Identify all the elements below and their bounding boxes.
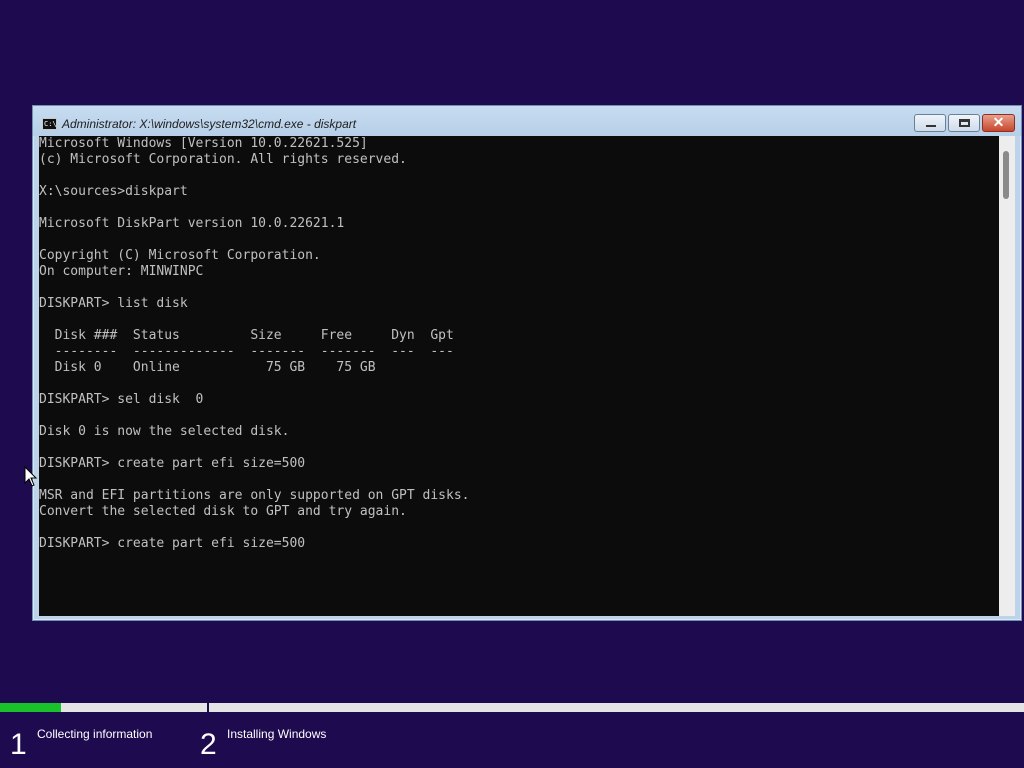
minimize-button[interactable] xyxy=(914,114,946,132)
scrollbar-thumb[interactable] xyxy=(1003,151,1009,199)
window-title: Administrator: X:\windows\system32\cmd.e… xyxy=(62,117,357,131)
progress-step-divider xyxy=(207,703,209,713)
step-label: Installing Windows xyxy=(227,727,327,741)
cmd-icon: C:\ xyxy=(42,118,57,130)
setup-progress-fill xyxy=(0,703,62,712)
vertical-scrollbar[interactable] xyxy=(999,136,1015,616)
minimize-icon xyxy=(926,125,936,127)
console-text: Microsoft Windows [Version 10.0.22621.52… xyxy=(39,136,470,551)
maximize-button[interactable] xyxy=(948,114,980,132)
close-button[interactable]: ✕ xyxy=(982,114,1015,132)
maximize-icon xyxy=(959,119,970,127)
cmd-window[interactable]: C:\ Administrator: X:\windows\system32\c… xyxy=(32,105,1022,621)
mouse-pointer-icon xyxy=(24,466,38,487)
title-bar[interactable]: C:\ Administrator: X:\windows\system32\c… xyxy=(33,106,1021,136)
close-icon: ✕ xyxy=(992,114,1005,130)
step-number: 1 xyxy=(10,728,27,761)
step-label: Collecting information xyxy=(37,727,153,741)
console-output[interactable]: Microsoft Windows [Version 10.0.22621.52… xyxy=(39,136,999,616)
setup-progress-bar xyxy=(0,703,1024,712)
step-number: 2 xyxy=(200,728,217,761)
